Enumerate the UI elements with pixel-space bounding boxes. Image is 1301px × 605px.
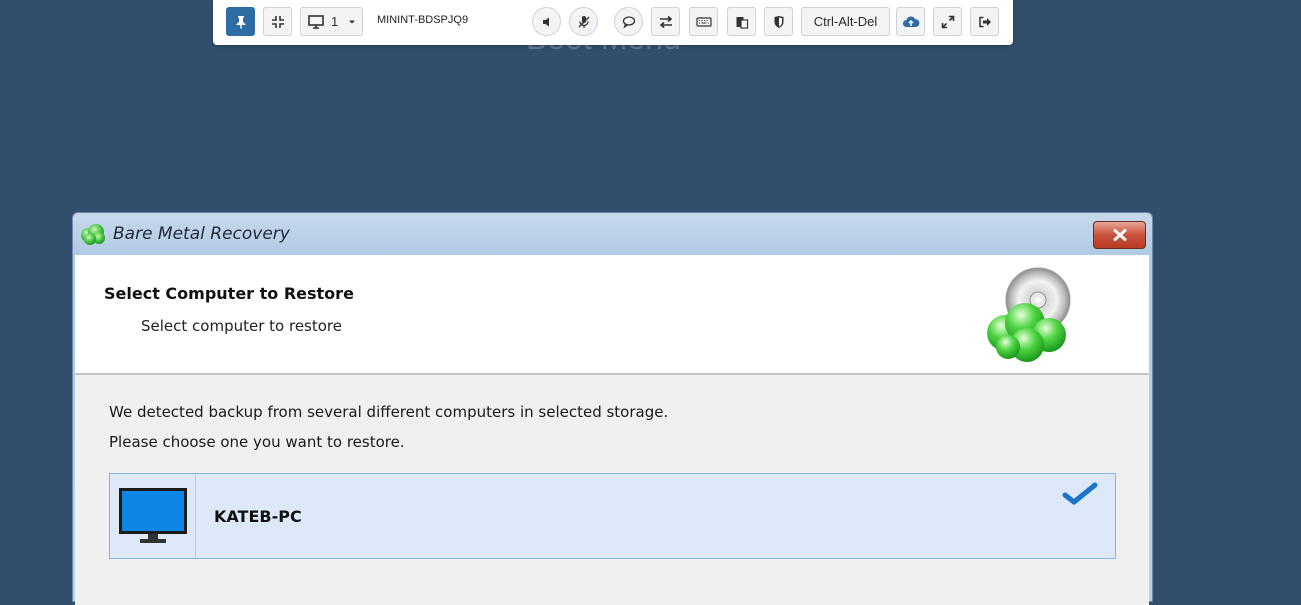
monitor-icon (308, 14, 324, 29)
message-line-1: We detected backup from several differen… (109, 403, 669, 421)
speaker-icon (542, 17, 549, 26)
page-subtitle: Select computer to restore (141, 317, 342, 335)
dialog-title: Bare Metal Recovery (113, 224, 290, 244)
disc-cloud-icon (987, 267, 1071, 362)
collapse-icon (271, 15, 284, 28)
fullscreen-icon (941, 15, 954, 28)
monitor-select[interactable]: 1 (300, 7, 363, 36)
pin-button[interactable] (226, 7, 255, 36)
chevron-down-icon (349, 20, 356, 23)
shield-icon (774, 15, 783, 28)
microphone-button[interactable] (569, 7, 598, 36)
host-name: MININT-BDSPJQ9 (377, 14, 469, 26)
app-cloud-icon (81, 224, 105, 245)
dialog-client-area: Select Computer to Restore Select comput… (75, 255, 1149, 605)
security-button[interactable] (764, 7, 793, 36)
computer-monitor-icon (118, 488, 187, 543)
computer-name: KATEB-PC (214, 507, 302, 526)
collapse-button[interactable] (263, 7, 292, 36)
chat-button[interactable] (614, 7, 643, 36)
clipboard-icon (736, 16, 748, 29)
wizard-header: Select Computer to Restore Select comput… (75, 255, 1149, 375)
keyboard-icon (695, 16, 712, 27)
exit-button[interactable] (970, 7, 999, 36)
pin-icon (236, 15, 245, 28)
mic-muted-icon (578, 15, 589, 28)
ctrl-alt-del-button[interactable]: Ctrl-Alt-Del (801, 7, 890, 36)
clipboard-button[interactable] (727, 7, 756, 36)
audio-button[interactable] (532, 7, 561, 36)
close-button[interactable] (1093, 221, 1146, 249)
close-icon (1113, 229, 1126, 241)
transfer-button[interactable] (651, 7, 680, 36)
upload-button[interactable] (896, 7, 925, 36)
monitor-number: 1 (331, 14, 339, 29)
cloud-upload-icon (902, 16, 919, 27)
keyboard-button[interactable] (689, 7, 718, 36)
fullscreen-button[interactable] (933, 7, 962, 36)
bare-metal-recovery-dialog: Bare Metal Recovery Select Computer to R… (72, 212, 1153, 605)
checkmark-icon (1062, 482, 1098, 505)
computer-icon-cell (110, 474, 196, 558)
transfer-icon (659, 15, 672, 28)
computer-list-item[interactable]: KATEB-PC (109, 473, 1116, 559)
remote-toolbar: 1 MININT-BDSPJQ9 Ctrl-Alt-Del (213, 0, 1013, 45)
chat-icon (622, 15, 635, 28)
message-line-2: Please choose one you want to restore. (109, 433, 405, 451)
exit-icon (978, 16, 991, 27)
dialog-titlebar[interactable]: Bare Metal Recovery (73, 213, 1152, 255)
page-title: Select Computer to Restore (104, 284, 354, 303)
